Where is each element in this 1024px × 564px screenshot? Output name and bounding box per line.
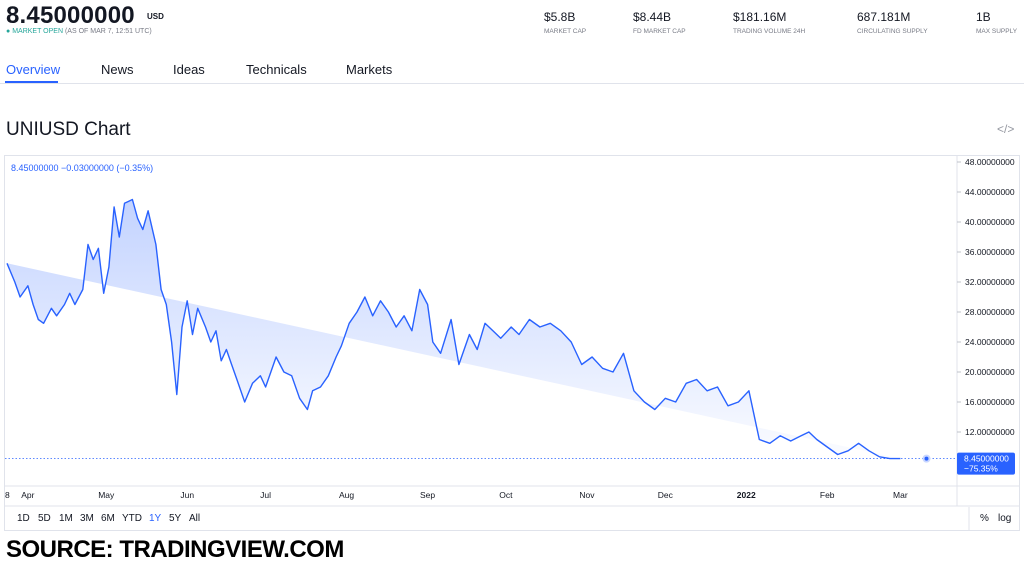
range-6m[interactable]: 6M bbox=[101, 513, 115, 524]
y-tick-label: 36.00000000 bbox=[965, 247, 1015, 257]
range-3m[interactable]: 3M bbox=[80, 513, 94, 524]
x-tick-label: Apr bbox=[21, 490, 34, 500]
current-price-label: 8.45000000 −75.35% bbox=[957, 452, 1015, 475]
range-5d[interactable]: 5D bbox=[38, 513, 51, 524]
range-ytd[interactable]: YTD bbox=[122, 513, 142, 524]
current-price-text: 8.45000000 bbox=[964, 454, 1009, 464]
y-tick-label: 16.00000000 bbox=[965, 397, 1015, 407]
x-tick-label: Feb bbox=[820, 490, 835, 500]
y-tick-label: 28.00000000 bbox=[965, 307, 1015, 317]
chart-legend: 8.45000000 −0.03000000 (−0.35%) bbox=[11, 163, 153, 173]
range-1y[interactable]: 1Y bbox=[149, 513, 161, 524]
y-tick-label: 32.00000000 bbox=[965, 277, 1015, 287]
x-tick-label: Oct bbox=[499, 490, 513, 500]
y-tick-label: 44.00000000 bbox=[965, 187, 1015, 197]
x-tick-label: Jun bbox=[180, 490, 194, 500]
price-chart[interactable]: 48.00000000 44.00000000 40.00000000 36.0000… bbox=[0, 0, 1024, 563]
x-tick-label: Mar bbox=[893, 490, 908, 500]
price-area bbox=[7, 199, 901, 459]
y-tick-label: 24.00000000 bbox=[965, 337, 1015, 347]
y-tick-label: 12.00000000 bbox=[965, 427, 1015, 437]
source-caption: SOURCE: TRADINGVIEW.COM bbox=[6, 536, 344, 563]
range-all[interactable]: All bbox=[189, 513, 200, 524]
x-tick-label: 8 bbox=[5, 490, 10, 500]
x-tick-label: Sep bbox=[420, 490, 435, 500]
x-tick-label: Dec bbox=[658, 490, 674, 500]
x-tick-label: Nov bbox=[579, 490, 595, 500]
x-tick-label: 2022 bbox=[737, 490, 756, 500]
range-5y[interactable]: 5Y bbox=[169, 513, 181, 524]
y-tick-label: 48.00000000 bbox=[965, 157, 1015, 167]
percent-scale-toggle[interactable]: % bbox=[980, 513, 989, 524]
y-tick-label: 40.00000000 bbox=[965, 217, 1015, 227]
y-tick-label: 20.00000000 bbox=[965, 367, 1015, 377]
x-tick-label: Jul bbox=[260, 490, 271, 500]
current-price-dot bbox=[922, 454, 931, 463]
x-tick-label: May bbox=[98, 490, 115, 500]
range-1d[interactable]: 1D bbox=[17, 513, 30, 524]
log-scale-toggle[interactable]: log bbox=[998, 513, 1011, 524]
range-1m[interactable]: 1M bbox=[59, 513, 73, 524]
x-tick-label: Aug bbox=[339, 490, 354, 500]
current-change-text: −75.35% bbox=[964, 464, 998, 474]
